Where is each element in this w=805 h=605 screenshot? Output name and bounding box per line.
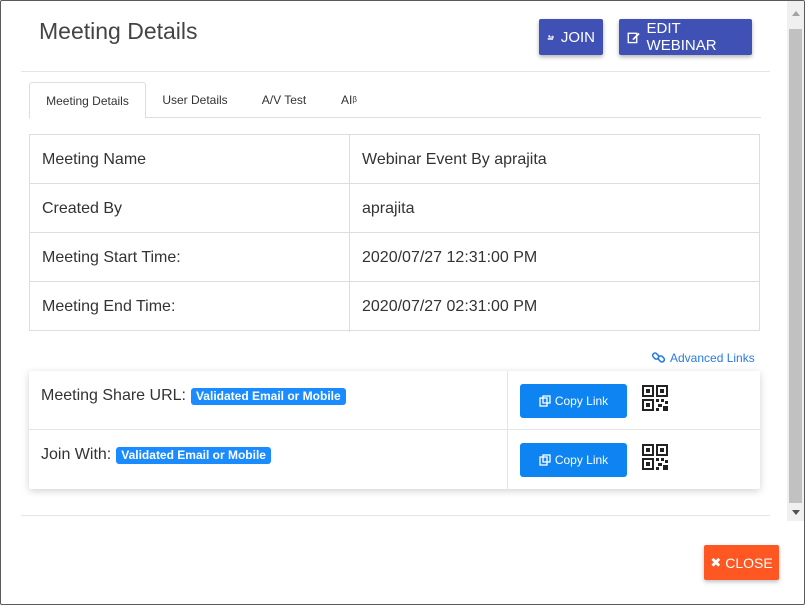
share-row-meeting-url: Meeting Share URL: Validated Email or Mo… [29,371,760,430]
edit-webinar-button[interactable]: EDIT WEBINAR [619,19,752,55]
share-row-join-with: Join With: Validated Email or Mobile Cop… [29,430,760,489]
scroll-down-arrow-icon[interactable] [787,504,804,521]
edit-icon [627,32,640,43]
tab-av-test[interactable]: A/V Test [253,82,315,118]
share-label: Meeting Share URL: Validated Email or Mo… [41,387,346,405]
copy-link-label: Copy Link [554,394,609,408]
tab-user-details[interactable]: User Details [154,82,236,118]
row-label: Created By [42,199,123,217]
meeting-details-dialog: Meeting Details JOIN EDIT WEBINAR Meetin… [0,0,805,605]
qr-code-icon[interactable] [642,385,668,411]
share-label-text: Join With: [41,446,112,463]
validated-badge: Validated Email or Mobile [190,387,346,405]
tab-label: A/V Test [261,93,307,107]
table-row: Meeting Start Time: 2020/07/27 12:31:00 … [30,233,759,282]
copy-link-button[interactable]: Copy Link [520,384,627,418]
tab-label: User Details [162,93,228,107]
tab-label: Meeting Details [46,93,129,108]
tab-ai[interactable]: AI β [333,82,365,118]
row-value: aprajita [362,199,415,217]
join-label: JOIN [560,28,595,46]
advanced-links[interactable]: Advanced Links [651,350,755,365]
row-label: Meeting Name [42,150,147,168]
close-label: CLOSE [725,554,773,571]
scrollbar-thumb[interactable] [789,29,802,503]
share-card: Meeting Share URL: Validated Email or Mo… [29,371,760,489]
qr-code-icon[interactable] [642,444,668,470]
row-label: Meeting End Time: [42,297,176,315]
tab-bar: Meeting Details User Details A/V Test AI… [29,82,761,119]
copy-link-button[interactable]: Copy Link [520,443,627,477]
join-button[interactable]: JOIN [539,19,603,55]
copy-link-label: Copy Link [554,453,609,467]
scroll-up-arrow-icon[interactable] [787,5,804,22]
meeting-details-table: Meeting Name Webinar Event By aprajita C… [29,134,760,332]
close-button[interactable]: ✖ CLOSE [704,545,779,580]
copy-icon [539,395,551,407]
row-value: Webinar Event By aprajita [362,150,547,168]
row-label: Meeting Start Time: [42,248,181,266]
tab-meeting-details[interactable]: Meeting Details [29,82,146,119]
row-value: 2020/07/27 02:31:00 PM [362,297,538,315]
refresh-icon [547,34,555,40]
tab-label: AI [341,93,353,107]
link-icon [651,352,666,363]
validated-badge: Validated Email or Mobile [116,446,271,464]
close-icon: ✖ [710,554,722,570]
footer-divider [21,515,770,516]
page-title: Meeting Details [39,18,198,44]
table-row: Created By aprajita [30,184,759,233]
table-row: Meeting Name Webinar Event By aprajita [30,135,759,184]
copy-icon [539,454,551,466]
advanced-links-label: Advanced Links [670,350,755,365]
header-divider [21,71,770,72]
table-row: Meeting End Time: 2020/07/27 02:31:00 PM [30,282,759,331]
row-value: 2020/07/27 12:31:00 PM [362,248,538,266]
share-label: Join With: Validated Email or Mobile [41,446,271,464]
share-label-text: Meeting Share URL: [41,387,186,404]
edit-webinar-label: EDIT WEBINAR [646,20,717,54]
